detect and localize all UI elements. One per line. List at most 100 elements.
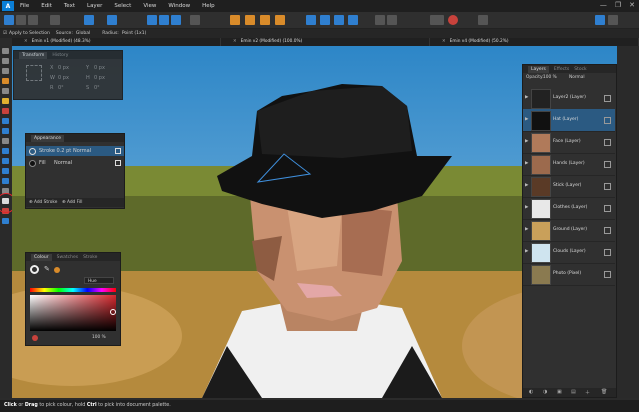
fill-visibility-checkbox[interactable] — [115, 160, 121, 166]
help-icon[interactable] — [595, 15, 605, 25]
colour-model-dropdown[interactable]: Hue — [84, 277, 114, 284]
layer-row[interactable]: ▶ Hat (Layer) — [523, 109, 615, 132]
layer-visibility-checkbox[interactable] — [604, 271, 611, 278]
flip-icon[interactable] — [375, 15, 385, 25]
minimize-button[interactable]: — — [600, 1, 607, 9]
close-window-button[interactable]: ✕ — [629, 1, 635, 9]
arrange-backward-icon[interactable] — [320, 15, 330, 25]
distribute-icon[interactable] — [190, 15, 200, 25]
tab-transform[interactable]: Transform — [19, 51, 48, 59]
menu-window[interactable]: Window — [168, 3, 190, 9]
expand-triangle-icon[interactable]: ▶ — [525, 249, 528, 254]
tab-layers[interactable]: Layers — [528, 65, 549, 73]
anchor-grid-icon[interactable] — [26, 65, 42, 81]
close-tab-icon[interactable]: ✕ — [233, 39, 237, 44]
tab-appearance[interactable]: Appearance — [31, 134, 65, 142]
stroke-mode[interactable]: Normal — [73, 148, 91, 154]
pixel-persona-icon[interactable] — [16, 15, 26, 25]
stroke-visibility-checkbox[interactable] — [115, 148, 121, 154]
layer-visibility-checkbox[interactable] — [604, 117, 611, 124]
stroke-swatch-icon[interactable] — [430, 15, 444, 25]
transparency-tool-icon[interactable] — [2, 118, 9, 124]
rotate-icon[interactable] — [387, 15, 397, 25]
triangle-tool-icon[interactable] — [2, 178, 9, 184]
arrange-back-icon[interactable] — [306, 15, 316, 25]
menu-select[interactable]: Select — [114, 3, 131, 9]
layer-row[interactable]: ▶ Clothes (Layer) — [523, 197, 615, 220]
opacity-value[interactable]: 100 % — [92, 335, 106, 340]
expand-triangle-icon[interactable]: ▶ — [525, 95, 528, 100]
layer-visibility-checkbox[interactable] — [604, 183, 611, 190]
layer-opacity-field[interactable]: 100 % — [543, 75, 557, 80]
user-icon[interactable] — [608, 15, 618, 25]
pen-tool-icon[interactable] — [2, 78, 9, 84]
add-layer-icon[interactable]: ＋ — [585, 389, 590, 396]
move-tool-icon[interactable] — [2, 48, 9, 54]
colour-cursor[interactable] — [110, 309, 116, 315]
node-tool-icon[interactable] — [2, 58, 9, 64]
fill-swatch-icon[interactable] — [448, 15, 458, 25]
menu-edit[interactable]: Edit — [41, 3, 52, 9]
rectangle-tool-icon[interactable] — [2, 148, 9, 154]
grid-icon[interactable] — [107, 15, 117, 25]
fill-tool-icon[interactable] — [2, 108, 9, 114]
expand-triangle-icon[interactable]: ▶ — [525, 117, 528, 122]
add-fill-button[interactable]: ⊕ Add Fill — [62, 200, 82, 205]
pencil-tool-icon[interactable] — [2, 88, 9, 94]
document-setup-icon[interactable] — [50, 15, 60, 25]
apply-to-selection-checkbox[interactable]: ☑ — [3, 31, 7, 36]
layer-visibility-checkbox[interactable] — [604, 205, 611, 212]
arrange-front-icon[interactable] — [348, 15, 358, 25]
layer-visibility-checkbox[interactable] — [604, 227, 611, 234]
layer-visibility-checkbox[interactable] — [604, 139, 611, 146]
layer-row[interactable]: ▶ Layer2 (Layer) — [523, 87, 615, 110]
menu-view[interactable]: View — [143, 3, 156, 9]
fill-mode[interactable]: Normal — [54, 160, 72, 166]
ellipse-tool-icon[interactable] — [2, 158, 9, 164]
menu-file[interactable]: File — [20, 3, 29, 9]
add-stroke-button[interactable]: ⊕ Add Stroke — [29, 200, 57, 205]
tab-history[interactable]: History — [52, 53, 68, 58]
eyedropper-icon[interactable]: ✎ — [44, 265, 50, 273]
tab-effects[interactable]: Effects — [554, 67, 569, 72]
maximize-button[interactable]: ❐ — [615, 1, 621, 9]
source-dropdown[interactable]: Global — [76, 31, 90, 36]
layer-row[interactable]: ▶ Face (Layer) — [523, 131, 615, 154]
layer-row[interactable]: ▶ Ground (Layer) — [523, 219, 615, 242]
group-icon[interactable]: ▤ — [571, 389, 576, 395]
expand-triangle-icon[interactable]: ▶ — [525, 205, 528, 210]
no-colour-icon[interactable] — [32, 335, 38, 341]
rounded-rect-tool-icon[interactable] — [2, 168, 9, 174]
stroke-row[interactable]: Stroke 0.2 pt Normal — [26, 146, 124, 156]
adjustment-icon[interactable]: ◑ — [543, 389, 547, 395]
menu-text[interactable]: Text — [64, 3, 75, 9]
mask-icon[interactable]: ▣ — [557, 389, 562, 395]
menu-layer[interactable]: Layer — [87, 3, 102, 9]
field-s-value[interactable]: 0° — [94, 85, 100, 91]
layer-fx-icon[interactable]: ◐ — [529, 389, 533, 395]
expand-triangle-icon[interactable]: ▶ — [525, 183, 528, 188]
zoom-tool-icon[interactable] — [2, 218, 9, 224]
doc-tab-3[interactable]: ✕ Emin v4 (Modified) (50.2%) — [430, 38, 639, 46]
expand-triangle-icon[interactable]: ▶ — [525, 161, 528, 166]
field-y-value[interactable]: 0 px — [94, 65, 105, 71]
place-image-icon[interactable] — [2, 128, 9, 134]
snapping-icon[interactable] — [84, 15, 94, 25]
field-x-value[interactable]: 0 px — [58, 65, 69, 71]
layer-visibility-checkbox[interactable] — [604, 161, 611, 168]
arrange-forward-icon[interactable] — [334, 15, 344, 25]
corner-tool-icon[interactable] — [2, 68, 9, 74]
boolean-intersect-icon[interactable] — [260, 15, 270, 25]
layer-row[interactable]: ▶ Stick (Layer) — [523, 175, 615, 198]
expand-triangle-icon[interactable]: ▶ — [525, 227, 528, 232]
fill-row[interactable]: Fill Normal — [26, 158, 124, 168]
close-tab-icon[interactable]: ✕ — [24, 39, 28, 44]
align-left-icon[interactable] — [147, 15, 157, 25]
layer-row[interactable]: ▶ Clouds (Layer) — [523, 241, 615, 264]
layer-row[interactable]: ▶ Hands (Layer) — [523, 153, 615, 176]
layer-row[interactable]: Photo (Pixel) — [523, 263, 615, 286]
tab-stroke[interactable]: Stroke — [83, 255, 97, 260]
radius-dropdown[interactable]: Point (1x1) — [122, 31, 147, 36]
layer-visibility-checkbox[interactable] — [604, 249, 611, 256]
saturation-value-field[interactable] — [30, 295, 116, 331]
